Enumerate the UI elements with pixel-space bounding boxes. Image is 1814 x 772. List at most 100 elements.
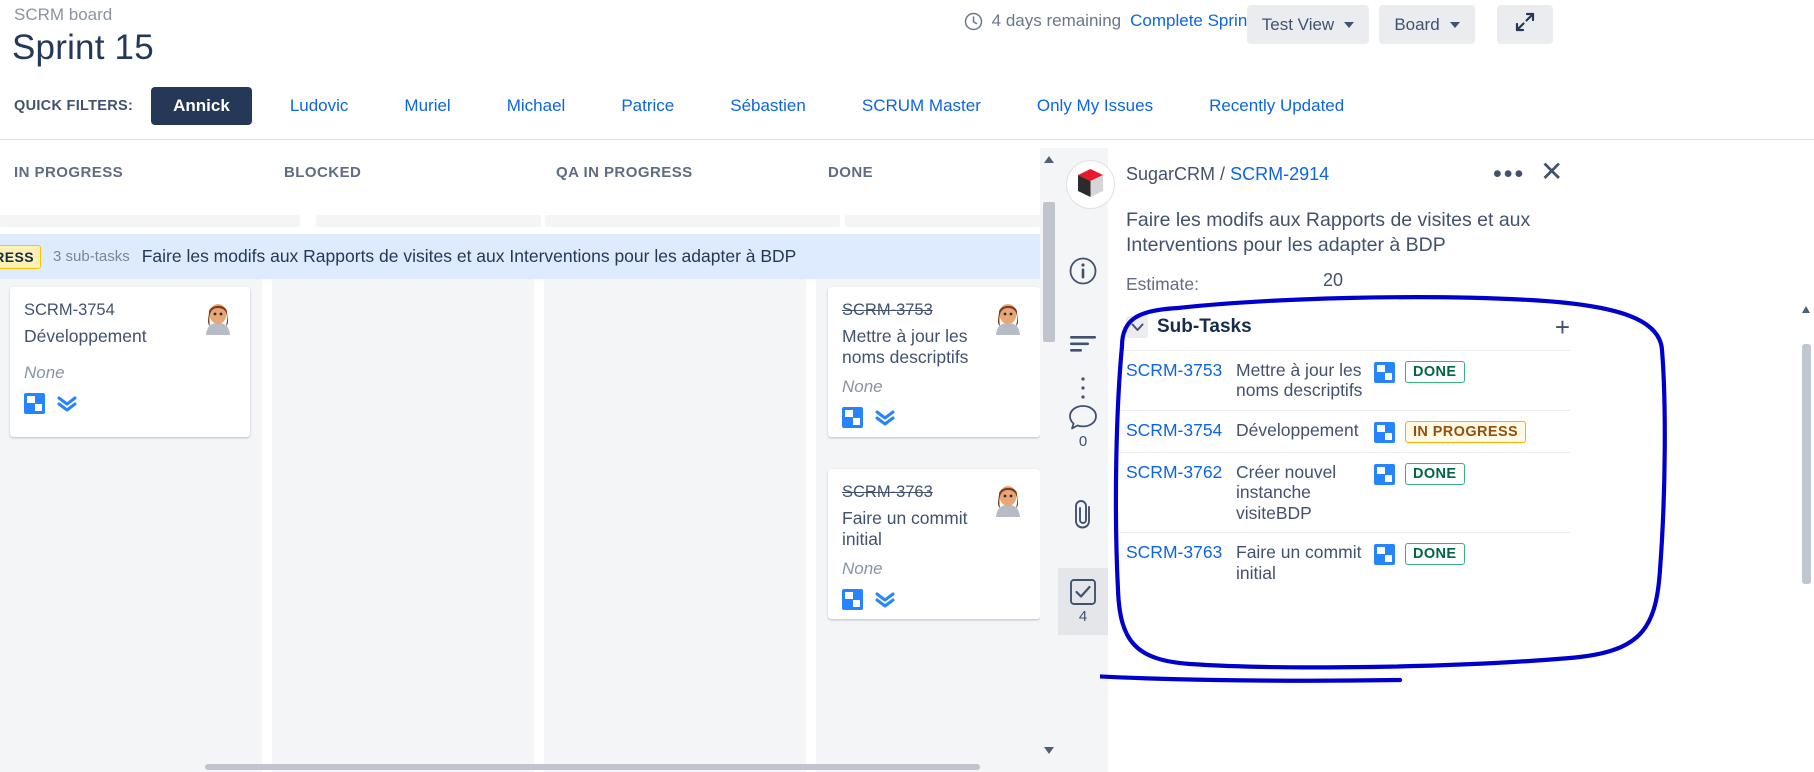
board-area: IN PROGRESS BLOCKED QA IN PROGRESS DONE … [0, 148, 1040, 772]
sprint-meta: 4 days remaining Complete Sprint [964, 11, 1252, 31]
subtask-icon [1374, 463, 1395, 485]
subtask-icon [1374, 544, 1395, 566]
quick-filter-patrice[interactable]: Patrice [617, 96, 678, 116]
subtask-summary: Développement [1236, 419, 1359, 440]
swimlane-header[interactable]: GRESS 3 sub-tasks Faire les modifs aux R… [0, 234, 1040, 279]
card-summary: Mettre à jour les noms descriptifs [842, 326, 969, 367]
column-lane-qa-in-progress[interactable] [544, 279, 806, 772]
subtask-summary: Créer nouvel instanche visiteBDP [1236, 461, 1337, 523]
status-badge: IN PROGRESS [1405, 420, 1527, 443]
detail-vertical-scrollbar[interactable] [1800, 304, 1814, 772]
swimlane-status-badge: GRESS [0, 244, 42, 269]
subtask-icon [24, 392, 45, 414]
clock-icon [964, 12, 983, 31]
detail-issue-key-link[interactable]: SCRM-2914 [1230, 164, 1329, 184]
quick-filter-muriel[interactable]: Muriel [400, 96, 454, 116]
chevron-down-icon [1344, 21, 1355, 28]
subtask-row[interactable]: SCRM-3762 Créer nouvel instanche visiteB… [1120, 451, 1570, 532]
rail-comment-icon[interactable]: 0 [1058, 403, 1108, 450]
column-header-blocked: BLOCKED [284, 164, 362, 181]
subtask-summary: Mettre à jour les noms descriptifs [1236, 360, 1363, 401]
board-card-scrm-3763[interactable]: SCRM-3763 Faire un commit initial None [828, 469, 1040, 619]
board-card-scrm-3754[interactable]: SCRM-3754 Développement None [10, 287, 250, 437]
scrollbar-thumb[interactable] [205, 764, 980, 770]
priority-lowest-icon [874, 408, 896, 427]
detail-rail: 0 4 [1058, 148, 1108, 772]
scroll-up-icon[interactable] [1802, 306, 1810, 313]
comment-count: 0 [1078, 433, 1088, 450]
subtask-key[interactable]: SCRM-3762 [1126, 462, 1226, 483]
detail-project-name: SugarCRM [1126, 164, 1216, 184]
complete-sprint-button[interactable]: Complete Sprint [1130, 11, 1252, 31]
quick-filter-ludovic[interactable]: Ludovic [286, 96, 353, 116]
quick-filter-sebastien[interactable]: Sébastien [726, 96, 810, 116]
board-horizontal-scrollbar[interactable] [0, 762, 1040, 772]
subtask-key[interactable]: SCRM-3753 [1126, 360, 1226, 381]
avatar [198, 299, 238, 339]
card-icons [842, 589, 1026, 611]
more-options-icon[interactable]: ••• [1493, 162, 1525, 187]
board-card-scrm-3753[interactable]: SCRM-3753 Mettre à jour les noms descrip… [828, 287, 1040, 437]
priority-lowest-icon [874, 590, 896, 609]
card-epic-label: None [842, 377, 883, 397]
column-header-qa-in-progress: QA IN PROGRESS [556, 164, 693, 181]
subtask-row[interactable]: SCRM-3753 Mettre à jour les noms descrip… [1120, 350, 1570, 410]
subtask-key[interactable]: SCRM-3763 [1126, 542, 1226, 563]
quick-filter-scrum-master[interactable]: SCRUM Master [858, 96, 985, 116]
column-bar-blocked [316, 215, 541, 227]
scrollbar-thumb[interactable] [1802, 344, 1811, 584]
column-header-in-progress: IN PROGRESS [14, 164, 124, 181]
close-icon[interactable]: ✕ [1540, 158, 1563, 186]
checklist-count: 4 [1078, 608, 1088, 625]
column-bar-done [845, 215, 1040, 227]
breadcrumb[interactable]: SCRM board [14, 5, 112, 25]
quick-filter-only-my-issues[interactable]: Only My Issues [1033, 96, 1157, 116]
card-summary: Faire un commit initial [842, 508, 968, 549]
board-columns: SCRM-3754 Développement None SCRM-3753 M… [0, 279, 1040, 772]
priority-lowest-icon [56, 394, 78, 413]
rail-description-icon[interactable] [1058, 333, 1108, 355]
subtask-row[interactable]: SCRM-3754 Développement IN PROGRESS [1120, 409, 1570, 452]
fullscreen-button[interactable] [1497, 5, 1553, 44]
card-epic-label: None [842, 559, 883, 579]
plus-icon[interactable]: + [1555, 314, 1570, 340]
rail-checklist-icon[interactable]: 4 [1058, 568, 1108, 635]
subtask-row[interactable]: SCRM-3763 Faire un commit initial DONE [1120, 532, 1570, 592]
page-title: Sprint 15 [12, 28, 154, 67]
chevron-down-icon[interactable] [1126, 316, 1148, 338]
subtasks-panel: Sub-Tasks + SCRM-3753 Mettre à jour les … [1120, 310, 1570, 592]
view-selector-button[interactable]: Test View [1247, 5, 1369, 44]
header-divider [0, 139, 1814, 140]
days-remaining-label: 4 days remaining [991, 11, 1122, 30]
column-lane-blocked[interactable] [272, 279, 534, 772]
quick-filters-label: QUICK FILTERS: [14, 98, 134, 114]
rail-drag-handle-icon[interactable] [1058, 376, 1108, 400]
scrollbar-thumb[interactable] [1043, 202, 1055, 342]
quick-filter-annick[interactable]: Annick [151, 87, 252, 125]
estimate-value: 20 [1323, 270, 1344, 290]
chevron-down-icon [1449, 21, 1460, 28]
detail-issue-title: Faire les modifs aux Rapports de visites… [1126, 209, 1531, 257]
quick-filter-michael[interactable]: Michael [503, 96, 570, 116]
app-logo-icon [1066, 160, 1115, 209]
card-icons [24, 392, 236, 414]
board-selector-button[interactable]: Board [1379, 5, 1475, 44]
swimlane-summary: Faire les modifs aux Rapports de visites… [141, 246, 797, 266]
board-vertical-scrollbar[interactable] [1040, 148, 1058, 772]
breadcrumb-separator: / [1220, 164, 1226, 184]
scroll-up-icon[interactable] [1044, 156, 1054, 163]
issue-detail-panel: 0 4 SugarCRM / SCRM-2914 ••• ✕ Faire les… [1058, 148, 1814, 772]
column-headers: IN PROGRESS BLOCKED QA IN PROGRESS DONE [0, 148, 1040, 227]
quick-filter-recently-updated[interactable]: Recently Updated [1205, 96, 1348, 116]
subtask-summary: Faire un commit initial [1236, 542, 1362, 583]
rail-info-icon[interactable] [1058, 256, 1108, 286]
subtask-key[interactable]: SCRM-3754 [1126, 420, 1226, 441]
quick-filters-bar: QUICK FILTERS: Annick Ludovic Muriel Mic… [0, 84, 1814, 128]
avatar [988, 299, 1028, 339]
card-icons [842, 407, 1026, 429]
scroll-down-icon[interactable] [1044, 747, 1054, 754]
view-selector-label: Test View [1261, 14, 1335, 34]
rail-attachment-icon[interactable] [1058, 498, 1108, 530]
expand-icon [1514, 11, 1536, 38]
subtask-icon [1374, 421, 1395, 443]
